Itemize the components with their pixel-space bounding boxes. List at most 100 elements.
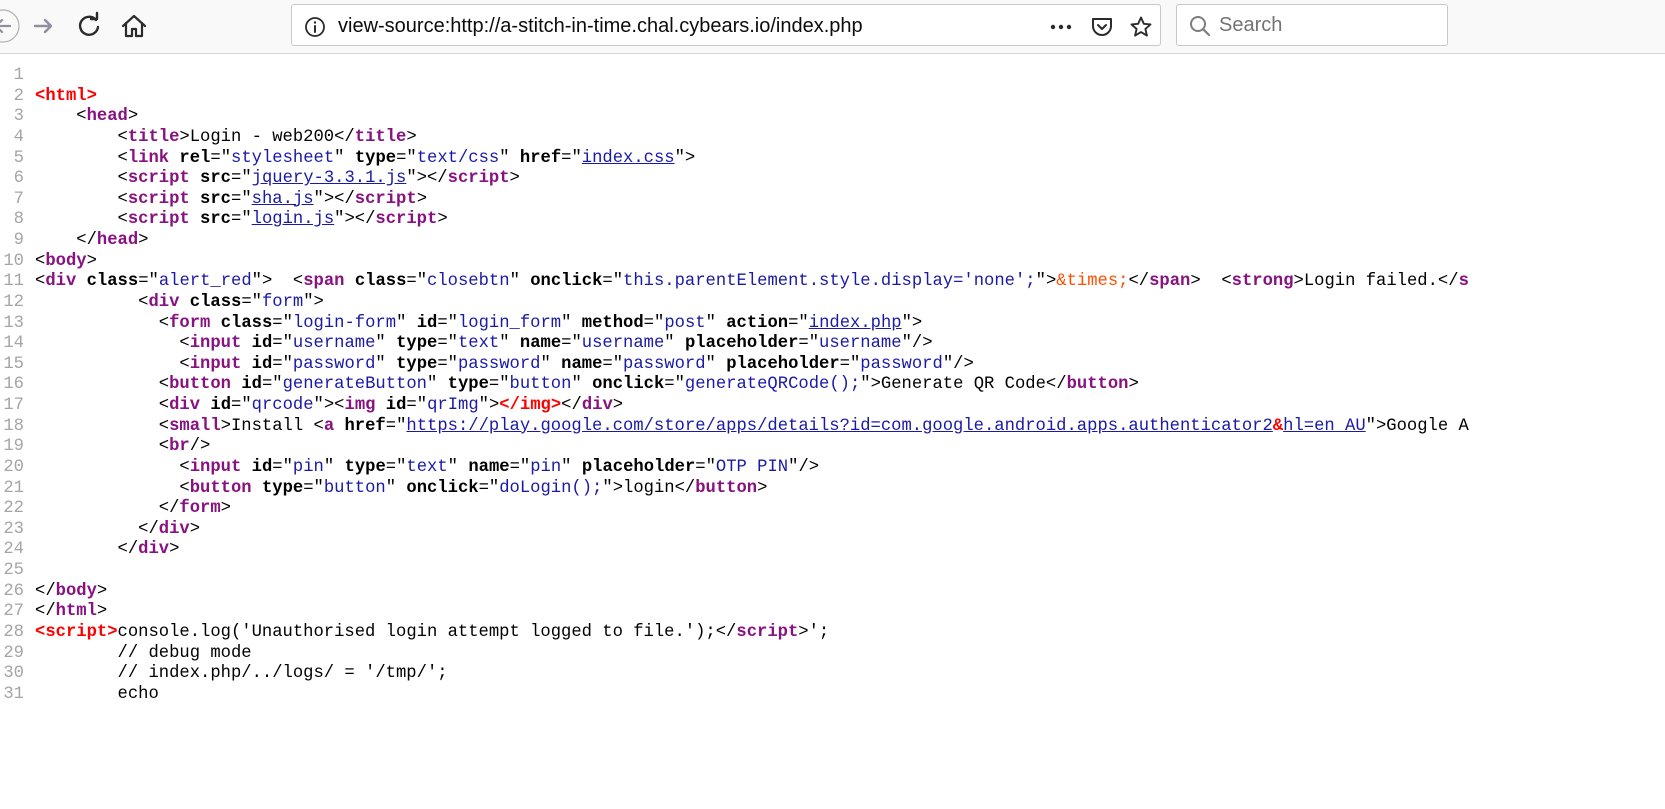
source-token: link — [127, 148, 170, 168]
source-token: </ — [1128, 272, 1150, 292]
line-number: 4 — [13, 127, 24, 147]
source-token: " — [664, 334, 685, 354]
more-actions-icon[interactable] — [1049, 15, 1073, 39]
source-line: 8 <script src="login.js"></script> — [0, 210, 1665, 231]
source-token: =" — [231, 396, 252, 415]
source-token: title — [127, 127, 180, 147]
source-token: onclick — [530, 272, 603, 292]
source-token: post — [664, 313, 706, 333]
source-token: > — [416, 189, 428, 209]
source-code: <div class="alert_red"> <span class="clo… — [35, 272, 1469, 293]
source-token: qrImg — [427, 396, 479, 415]
search-input[interactable] — [1219, 11, 1439, 39]
source-token: " — [334, 148, 355, 168]
source-token — [241, 355, 251, 374]
source-token: " — [499, 334, 520, 354]
source-link[interactable]: hl=en_AU — [1283, 417, 1366, 436]
source-token: =" — [561, 334, 582, 354]
forward-button[interactable] — [27, 9, 61, 43]
source-token: src — [200, 169, 231, 189]
line-number: 29 — [3, 643, 24, 663]
source-token: body — [45, 251, 87, 271]
source-token: "></ — [313, 189, 355, 209]
source-token: pin — [530, 457, 562, 477]
source-link[interactable]: login.js — [252, 210, 335, 229]
source-code: <button type="button" onclick="doLogin()… — [35, 479, 767, 500]
source-line: 16 <button id="generateButton" type="but… — [0, 375, 1665, 396]
source-token: " — [561, 457, 582, 477]
source-token: =" — [385, 457, 407, 477]
source-link[interactable]: index.css — [582, 149, 675, 168]
source-code: <input id="username" type="text" name="u… — [35, 334, 932, 355]
source-token: > — [189, 519, 201, 539]
source-link[interactable]: https://play.google.com/store/apps/detai… — [406, 417, 1272, 436]
source-token: src — [200, 189, 231, 209]
source-token: =" — [210, 148, 232, 168]
line-number: 8 — [13, 210, 24, 230]
source-line: 13 <form class="login-form" id="login_fo… — [0, 314, 1665, 335]
reload-button[interactable] — [72, 9, 106, 43]
source-token: ">Generate QR Code</ — [860, 375, 1067, 395]
source-token — [241, 458, 251, 477]
source-code: </div> — [35, 520, 200, 541]
source-code: <body> — [35, 252, 97, 273]
source-line: 5 <link rel="stylesheet" type="text/css"… — [0, 149, 1665, 170]
pocket-icon[interactable] — [1090, 15, 1114, 39]
source-token: div — [158, 519, 190, 539]
line-number: 11 — [3, 272, 24, 292]
line-number: 9 — [13, 231, 24, 250]
source-token: < — [35, 375, 170, 395]
source-token: </img> — [499, 396, 562, 415]
source-line: 10 <body> — [0, 252, 1665, 273]
back-button[interactable] — [0, 9, 20, 43]
source-token: "> — [303, 292, 324, 312]
source-token: div — [169, 396, 201, 415]
source-token: < — [35, 437, 170, 457]
bookmark-star-icon[interactable] — [1129, 15, 1153, 39]
source-token: div — [138, 540, 170, 560]
source-line: 19 <br/> — [0, 437, 1665, 458]
url-text[interactable]: view-source:http://a-stitch-in-time.chal… — [338, 15, 863, 38]
source-token: button — [169, 375, 231, 395]
source-token — [169, 149, 179, 168]
source-token: script — [736, 622, 799, 642]
source-token — [241, 334, 251, 353]
search-box[interactable] — [1176, 4, 1448, 46]
source-code: </body> — [35, 582, 107, 603]
source-token: </ — [35, 231, 97, 250]
source-code: <input id="password" type="password" nam… — [35, 354, 973, 376]
source-line: 2 <html> — [0, 87, 1665, 108]
source-token: id — [251, 354, 273, 374]
source-token: small — [169, 416, 221, 436]
source-line: 24 </div> — [0, 540, 1665, 561]
info-icon[interactable] — [303, 15, 327, 39]
source-token: " — [396, 313, 417, 333]
source-link[interactable]: index.php — [809, 314, 902, 333]
source-line: 17 <div id="qrcode"><img id="qrImg"></im… — [0, 396, 1665, 417]
source-token: < — [35, 457, 190, 477]
home-button[interactable] — [117, 9, 151, 43]
source-token: name — [468, 457, 510, 477]
source-token: > — [406, 127, 417, 147]
source-token: =" — [406, 396, 428, 415]
source-token: & — [1272, 416, 1284, 436]
source-token: text — [406, 457, 448, 477]
search-icon — [1190, 16, 1211, 37]
source-token: > — [757, 478, 768, 498]
source-token: < — [35, 272, 46, 292]
source-token: method — [581, 313, 644, 333]
source-token: < — [35, 334, 190, 354]
source-code: <br/> — [35, 437, 211, 458]
source-link[interactable]: jquery-3.3.1.js — [252, 169, 407, 188]
source-token: < — [35, 148, 128, 168]
url-bar[interactable]: view-source:http://a-stitch-in-time.chal… — [291, 4, 1161, 46]
source-code: </form> — [35, 499, 231, 520]
source-token: span — [1149, 272, 1191, 292]
source-token — [190, 210, 200, 229]
source-token: generateQRCode(); — [684, 375, 861, 395]
source-token: </ — [35, 581, 56, 601]
source-token — [210, 314, 220, 333]
source-link[interactable]: sha.js — [252, 190, 314, 209]
source-token: OTP PIN — [715, 457, 789, 477]
source-token: placeholder — [581, 457, 696, 477]
